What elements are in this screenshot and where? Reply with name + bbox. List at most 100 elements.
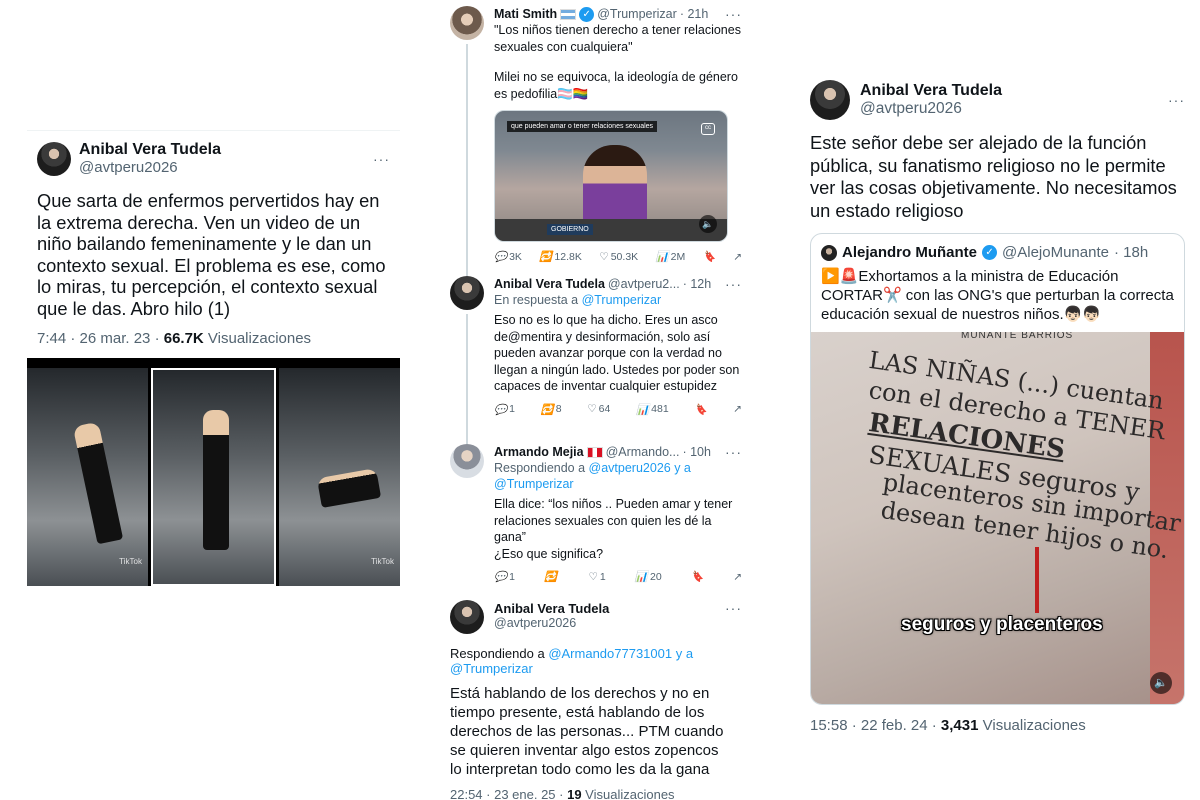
views-button[interactable]: 📊 20	[635, 570, 662, 584]
more-icon[interactable]: ···	[725, 600, 742, 616]
author-handle[interactable]: @avtperu2026	[79, 159, 365, 176]
more-icon[interactable]: ···	[725, 276, 742, 292]
tweet-text: Está hablando de los derechos y no en ti…	[450, 685, 724, 778]
reply-button[interactable]: 💬 1	[494, 403, 515, 416]
action-bar: 💬 1 🔁 ♡ 1 📊 20 🔖 ↗	[494, 570, 742, 584]
avatar[interactable]	[37, 141, 71, 176]
views-button[interactable]: 📊 481	[636, 403, 669, 416]
volume-icon[interactable]: 🔈	[1150, 672, 1172, 694]
focused-tweet[interactable]: Anibal Vera Tudela ··· @avtperu2026 Resp…	[450, 596, 742, 800]
reply-icon: 💬	[494, 251, 508, 264]
views-count: 3,431	[940, 717, 979, 734]
author-handle[interactable]: @avtperu2026	[494, 616, 742, 630]
bookmark-button[interactable]: 🔖	[691, 570, 704, 583]
bookmark-icon: 🔖	[690, 571, 704, 584]
more-icon[interactable]: ···	[373, 151, 390, 167]
reply-icon: 💬	[494, 403, 508, 416]
timestamp[interactable]: 15:58 · 22 feb. 24 ·	[810, 717, 941, 734]
tiktok-watermark: TikTok	[371, 556, 394, 566]
author-name[interactable]: Anibal Vera Tudela	[494, 601, 609, 616]
more-icon[interactable]: ···	[1168, 92, 1185, 108]
reply-context: En respuesta a @Trumperizar	[494, 293, 662, 307]
thread-tweet[interactable]: Anibal Vera Tudela @avtperu2... · 12h ··…	[450, 276, 742, 444]
like-button[interactable]: ♡ 50.3K	[599, 251, 638, 263]
thread-tweet[interactable]: Armando Mejia @Armando... · 10h ··· Resp…	[450, 444, 742, 596]
retweet-icon: 🔁	[544, 571, 558, 584]
author-name[interactable]: Anibal Vera Tudela	[494, 277, 605, 291]
more-icon[interactable]: ···	[725, 6, 742, 22]
author-handle[interactable]: @avtperu2026	[860, 100, 1158, 118]
author-handle[interactable]: @Trumperizar	[597, 7, 677, 21]
views-count: 19	[567, 787, 582, 800]
video-subtitle: seguros y placenteros	[901, 614, 1103, 635]
mention-link[interactable]: @Trumperizar	[582, 293, 662, 307]
right-tweet: Anibal Vera Tudela @avtperu2026 ··· Este…	[810, 80, 1185, 734]
author-name[interactable]: Armando Mejia	[494, 445, 584, 459]
peru-flag-icon	[586, 446, 603, 458]
avatar[interactable]	[450, 6, 484, 40]
share-button[interactable]: ↗	[733, 251, 742, 263]
author-handle[interactable]: @avtperu2...	[608, 277, 680, 291]
like-icon: ♡	[599, 250, 609, 263]
thread-tweet[interactable]: Mati Smith ✓ @Trumperizar · 21h ··· "Los…	[450, 0, 742, 276]
like-button[interactable]: ♡ 1	[588, 571, 605, 583]
author-handle[interactable]: @AlejoMunante	[1002, 244, 1109, 261]
timestamp[interactable]: · 18h	[1114, 244, 1148, 261]
tweet-text: Eso no es lo que ha dicho. Eres un asco …	[494, 313, 740, 394]
video-player[interactable]: que pueden amar o tener relaciones sexua…	[494, 110, 728, 243]
retweet-button[interactable]: 🔁 12.8K	[539, 250, 582, 264]
action-bar: 💬 3K 🔁 12.8K ♡ 50.3K 📊 2M 🔖 ↗	[494, 250, 742, 264]
bookmark-button[interactable]: 🔖	[694, 403, 707, 416]
timestamp[interactable]: 7:44 · 26 mar. 23 ·	[37, 330, 164, 347]
video-player[interactable]: MUÑANTE BARRIOS LAS NIÑAS (...) cuentan …	[811, 332, 1184, 704]
share-icon: ↗	[733, 403, 742, 416]
views-label: Visualizaciones	[978, 717, 1086, 734]
timestamp[interactable]: · 12h	[683, 277, 712, 291]
captions-icon[interactable]: cc	[701, 123, 715, 136]
tweet-header: Anibal Vera Tudela @avtperu2026 ···	[27, 141, 400, 176]
like-button[interactable]: ♡ 64	[587, 403, 610, 415]
tiktok-watermark: TikTok	[119, 556, 142, 566]
avatar[interactable]	[450, 444, 484, 478]
share-icon: ↗	[733, 250, 742, 263]
reply-icon: 💬	[494, 571, 508, 584]
retweet-icon: 🔁	[540, 403, 554, 416]
bookmark-button[interactable]: 🔖	[703, 250, 716, 263]
share-icon: ↗	[733, 570, 743, 583]
timestamp[interactable]: 22:54 · 23 ene. 25 ·	[450, 787, 567, 800]
tweet-meta: 15:58 · 22 feb. 24 · 3,431 Visualizacion…	[810, 717, 1185, 734]
avatar[interactable]	[821, 244, 837, 261]
author-name[interactable]: Mati Smith	[494, 7, 557, 21]
author-name[interactable]: Anibal Vera Tudela	[860, 82, 1158, 100]
quoted-tweet[interactable]: Alejandro Muñante ✓ @AlejoMunante · 18h …	[810, 233, 1185, 705]
author-name[interactable]: Alejandro Muñante	[842, 244, 977, 261]
author-name[interactable]: Anibal Vera Tudela	[79, 141, 365, 159]
tweet-text: Ella dice: “los niños .. Pueden amar y t…	[494, 497, 733, 545]
reply-button[interactable]: 💬 3K	[494, 250, 522, 264]
tweet-text: ¿Eso que significa?	[494, 546, 604, 561]
timestamp[interactable]: · 21h	[680, 7, 709, 21]
timestamp[interactable]: · 10h	[682, 445, 711, 459]
video-player[interactable]: TikTok TikTok	[27, 357, 400, 586]
share-button[interactable]: ↗	[733, 403, 742, 415]
author-handle[interactable]: @Armando...	[606, 445, 680, 459]
left-tweet: Anibal Vera Tudela @avtperu2026 ··· Que …	[27, 130, 400, 586]
views-button[interactable]: 📊 2M	[656, 250, 686, 264]
video-frame: TikTok	[279, 367, 400, 586]
bookmark-icon: 🔖	[702, 251, 716, 264]
reply-button[interactable]: 💬 1	[494, 570, 515, 584]
views-icon: 📊	[636, 403, 650, 416]
arrow-mark	[1035, 547, 1039, 613]
retweet-icon: 🔁	[539, 251, 553, 264]
more-icon[interactable]: ···	[725, 444, 742, 460]
video-frame	[151, 367, 276, 586]
verified-icon: ✓	[982, 245, 998, 260]
retweet-button[interactable]: 🔁 8	[541, 403, 562, 416]
avatar[interactable]	[450, 276, 484, 310]
thread-line	[466, 314, 468, 444]
retweet-button[interactable]: 🔁	[544, 570, 559, 583]
document-header: MUÑANTE BARRIOS	[961, 332, 1074, 341]
avatar[interactable]	[450, 600, 484, 634]
share-button[interactable]: ↗	[733, 571, 742, 583]
avatar[interactable]	[810, 80, 850, 120]
